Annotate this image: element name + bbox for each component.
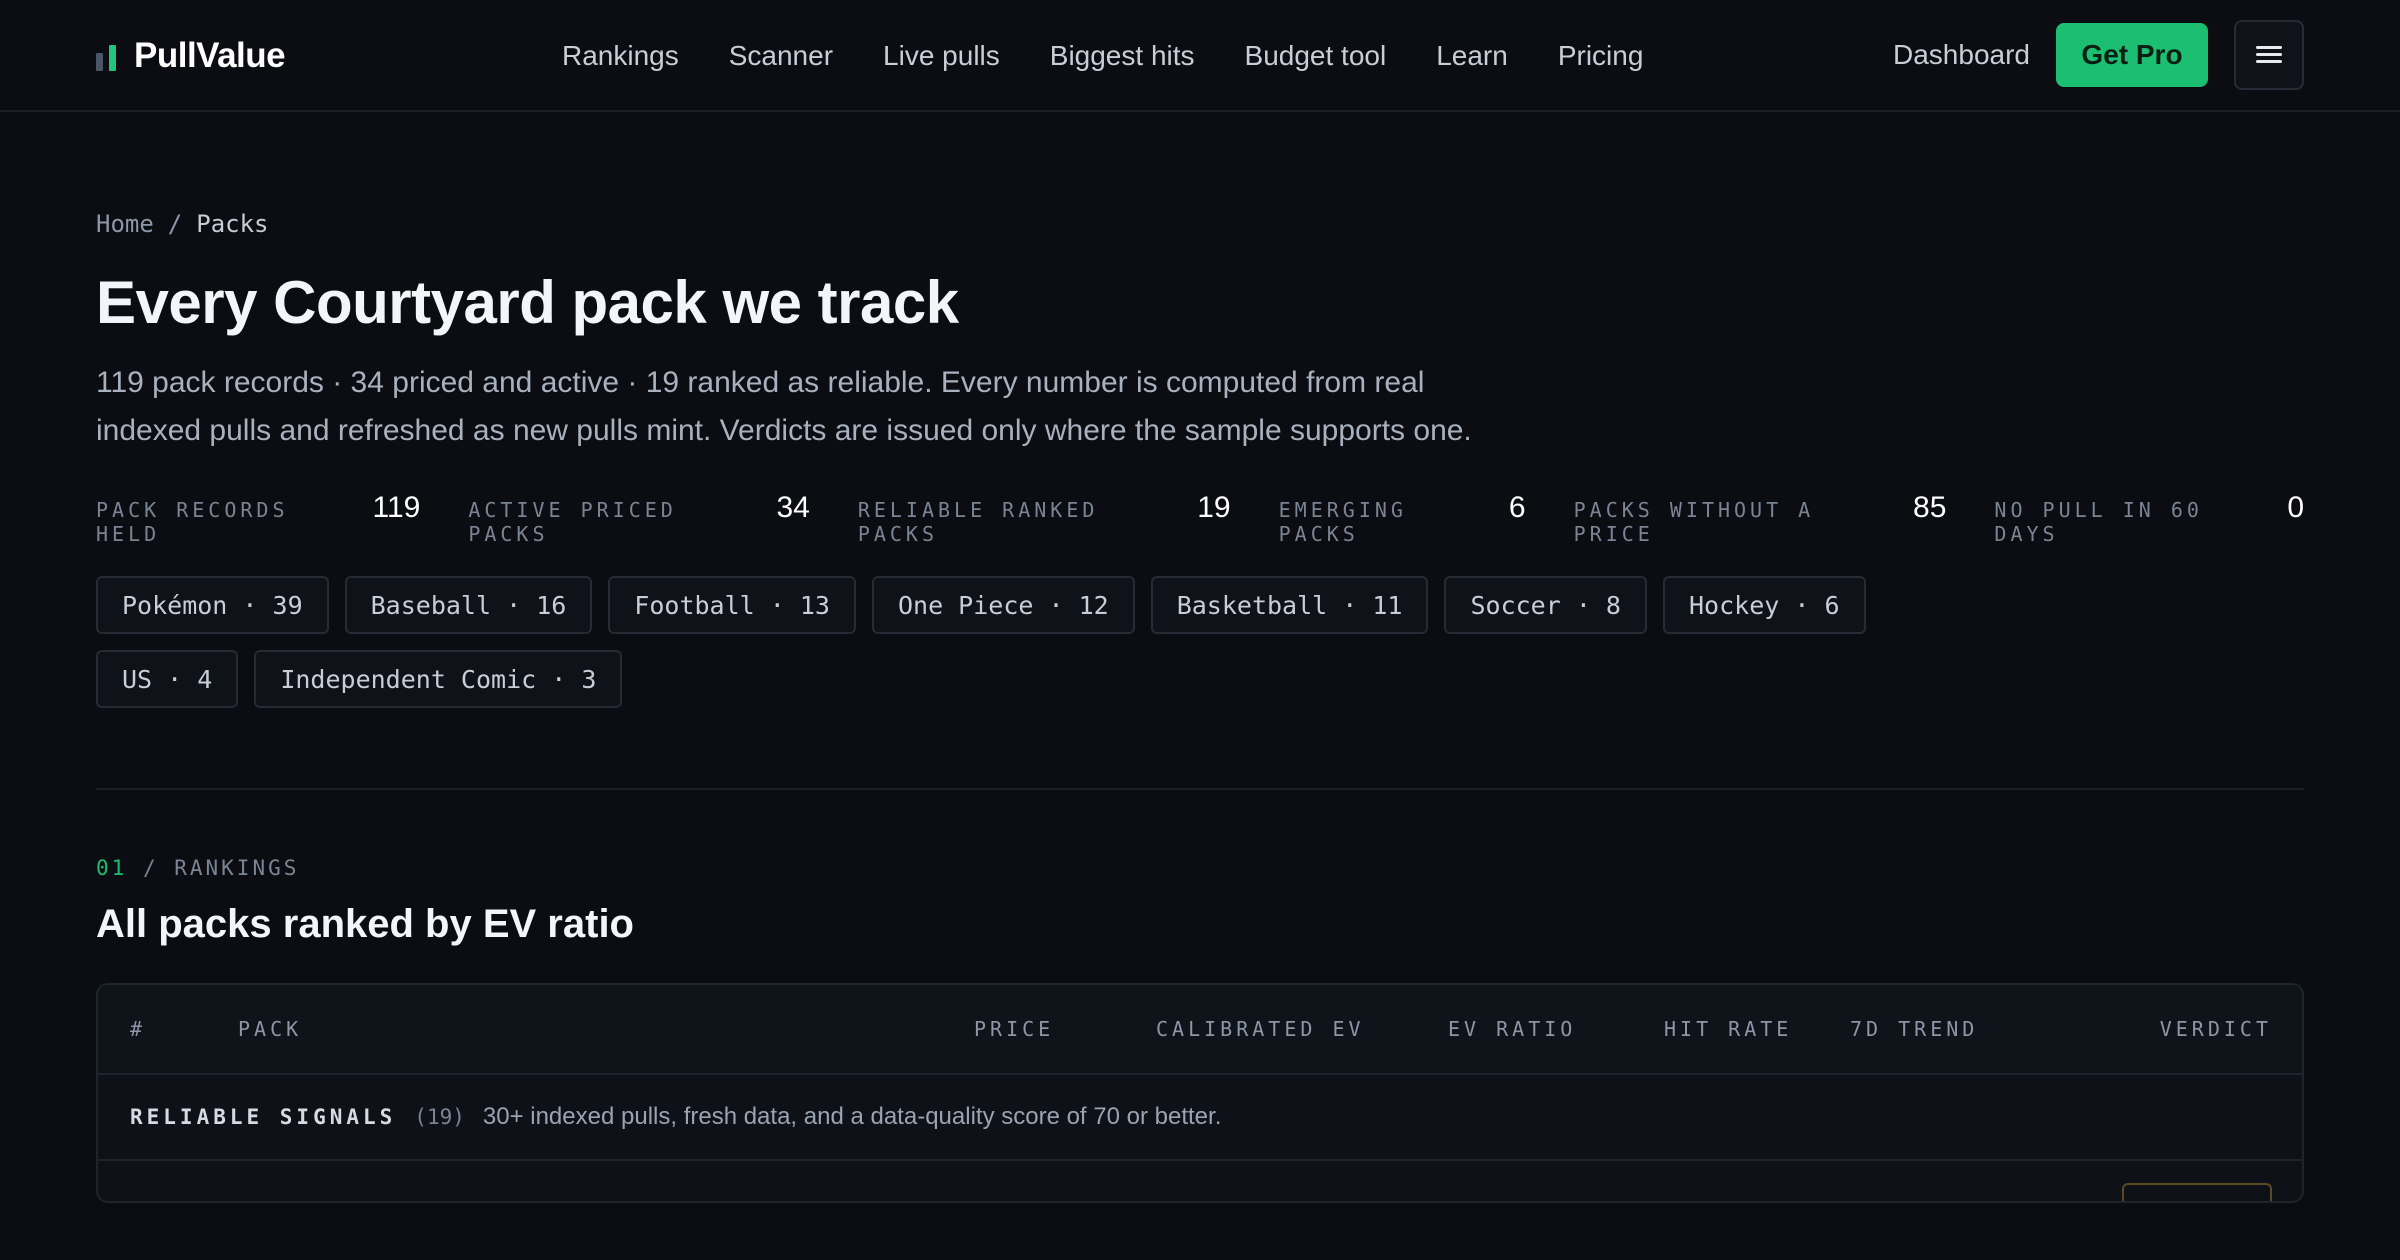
chip-us[interactable]: US · 4 <box>96 650 239 708</box>
top-navigation-bar: PullValue Rankings Scanner Live pulls Bi… <box>0 0 2400 112</box>
nav-link-biggest-hits[interactable]: Biggest hits <box>1050 40 1195 72</box>
chip-hockey[interactable]: Hockey · 6 <box>1662 576 1866 634</box>
table-row[interactable] <box>98 1161 2302 1201</box>
section-title: All packs ranked by EV ratio <box>96 902 634 946</box>
breadcrumb-current: Packs <box>196 210 269 238</box>
group-description: 30+ indexed pulls, fresh data, and a dat… <box>482 1103 1222 1130</box>
section-eyebrow-label: RANKINGS <box>174 856 300 880</box>
header-actions: Dashboard Get Pro <box>1893 20 2304 90</box>
stat-value: 0 <box>2287 491 2304 524</box>
nav-link-live-pulls[interactable]: Live pulls <box>883 40 1000 72</box>
col-ev-ratio[interactable]: EV RATIO <box>1448 1017 1576 1041</box>
breadcrumb-home[interactable]: Home <box>96 210 154 238</box>
hamburger-menu-icon <box>2256 46 2282 64</box>
page-description: 119 pack records · 34 priced and active … <box>96 366 1472 447</box>
stat-label: ACTIVE PRICED PACKS <box>468 498 677 546</box>
nav-link-learn[interactable]: Learn <box>1436 40 1508 72</box>
stat-pack-records: PACK RECORDS HELD 119 <box>96 491 420 546</box>
stat-value: 119 <box>372 491 421 524</box>
nav-link-budget-tool[interactable]: Budget tool <box>1245 40 1387 72</box>
brand-name: PullValue <box>134 36 286 75</box>
rankings-table: # PACK PRICE CALIBRATED EV EV RATIO HIT … <box>96 983 2304 1203</box>
category-filter-chips: Pokémon · 39 Baseball · 16 Football · 13… <box>96 576 1996 708</box>
stat-value: 19 <box>1197 491 1231 524</box>
section-eyebrow: 01 / RANKINGS <box>96 856 2304 880</box>
col-pack[interactable]: PACK <box>238 1017 302 1041</box>
stat-no-pull-60: NO PULL IN 60 DAYS 0 <box>1994 491 2304 546</box>
menu-button[interactable] <box>2234 20 2304 90</box>
stat-value: 34 <box>776 491 810 524</box>
stat-label: RELIABLE RANKED PACKS <box>857 498 1099 546</box>
stat-reliable-ranked: RELIABLE RANKED PACKS 19 <box>858 491 1231 546</box>
col-rank[interactable]: # <box>130 1017 146 1041</box>
nav-link-scanner[interactable]: Scanner <box>729 40 833 72</box>
chip-pokemon[interactable]: Pokémon · 39 <box>96 576 329 634</box>
group-row-reliable: RELIABLE SIGNALS (19) 30+ indexed pulls,… <box>98 1075 2302 1161</box>
nav-link-rankings[interactable]: Rankings <box>562 40 679 72</box>
stat-emerging: EMERGING PACKS 6 <box>1279 491 1526 546</box>
main-nav: Rankings Scanner Live pulls Biggest hits… <box>562 30 1643 82</box>
stats-row: PACK RECORDS HELD 119 ACTIVE PRICED PACK… <box>96 491 2304 546</box>
stat-active-priced: ACTIVE PRICED PACKS 34 <box>468 491 810 546</box>
col-verdict[interactable]: VERDICT <box>2160 1017 2272 1041</box>
chip-independent-comic[interactable]: Independent Comic · 3 <box>254 650 623 708</box>
col-hit-rate[interactable]: HIT RATE <box>1664 1017 1792 1041</box>
brand-bars-icon <box>96 41 116 71</box>
chip-football[interactable]: Football · 13 <box>608 576 856 634</box>
stat-without-price: PACKS WITHOUT A PRICE 85 <box>1574 491 1947 546</box>
stat-label: PACK RECORDS HELD <box>96 498 289 546</box>
get-pro-button[interactable]: Get Pro <box>2056 23 2208 87</box>
nav-link-pricing[interactable]: Pricing <box>1558 40 1644 72</box>
brand-logo-link[interactable]: PullValue <box>96 30 286 82</box>
dashboard-link[interactable]: Dashboard <box>1893 39 2030 71</box>
main-content: Home / Packs Every Courtyard pack we tra… <box>96 112 2304 1203</box>
stat-value: 6 <box>1508 491 1526 524</box>
verdict-badge <box>2122 1183 2272 1201</box>
stat-label: PACKS WITHOUT A PRICE <box>1573 498 1815 546</box>
breadcrumb: Home / Packs <box>96 210 2304 238</box>
stat-label: EMERGING PACKS <box>1278 498 1407 546</box>
chip-soccer[interactable]: Soccer · 8 <box>1444 576 1647 634</box>
col-7d-trend[interactable]: 7D TREND <box>1850 1017 1978 1041</box>
section-number: 01 <box>96 856 128 880</box>
page-title: Every Courtyard pack we track <box>96 269 959 336</box>
group-label: RELIABLE SIGNALS <box>130 1105 397 1129</box>
stat-value: 85 <box>1913 491 1947 524</box>
col-price[interactable]: PRICE <box>974 1017 1054 1041</box>
table-header: # PACK PRICE CALIBRATED EV EV RATIO HIT … <box>98 985 2302 1075</box>
section-divider <box>96 788 2304 790</box>
col-calibrated-ev[interactable]: CALIBRATED EV <box>1156 1017 1365 1041</box>
chip-one-piece[interactable]: One Piece · 12 <box>871 576 1135 634</box>
chip-basketball[interactable]: Basketball · 11 <box>1150 576 1429 634</box>
breadcrumb-separator: / <box>167 210 183 238</box>
chip-baseball[interactable]: Baseball · 16 <box>344 576 593 634</box>
group-count: (19) <box>414 1105 465 1129</box>
stat-label: NO PULL IN 60 DAYS <box>1994 498 2203 546</box>
section-eyebrow-separator: / <box>127 856 175 880</box>
